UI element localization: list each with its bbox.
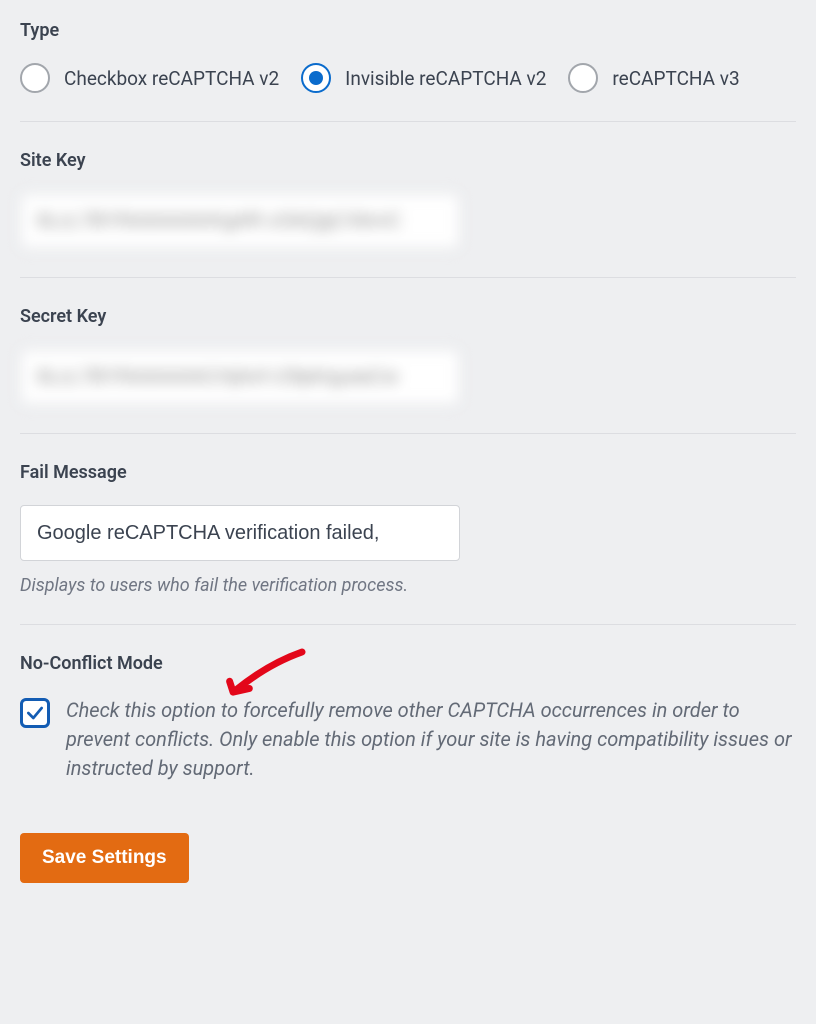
no-conflict-label: No-Conflict Mode [20,653,796,674]
fail-message-input[interactable] [20,505,460,561]
site-key-label: Site Key [20,150,796,171]
save-settings-button[interactable]: Save Settings [20,833,189,883]
fail-message-helper: Displays to users who fail the verificat… [20,575,796,596]
no-conflict-checkbox[interactable] [20,698,50,728]
no-conflict-description: Check this option to forcefully remove o… [66,696,796,783]
radio-invisible-v2[interactable]: Invisible reCAPTCHA v2 [301,63,546,93]
radio-label: reCAPTCHA v3 [612,67,739,90]
radio-label: Checkbox reCAPTCHA v2 [64,67,279,90]
secret-key-section: Secret Key [20,306,796,434]
type-label: Type [20,20,796,41]
radio-label: Invisible reCAPTCHA v2 [345,67,546,90]
radio-icon [301,63,331,93]
no-conflict-section: No-Conflict Mode Check this option to fo… [20,653,796,811]
radio-checkbox-v2[interactable]: Checkbox reCAPTCHA v2 [20,63,279,93]
site-key-section: Site Key [20,150,796,278]
type-radio-group: Checkbox reCAPTCHA v2 Invisible reCAPTCH… [20,63,796,93]
fail-message-label: Fail Message [20,462,796,483]
site-key-input[interactable] [20,193,460,249]
radio-dot-icon [309,71,323,85]
no-conflict-label-text: No-Conflict Mode [20,653,163,674]
secret-key-input[interactable] [20,349,460,405]
type-section: Type Checkbox reCAPTCHA v2 Invisible reC… [20,20,796,122]
radio-recaptcha-v3[interactable]: reCAPTCHA v3 [568,63,739,93]
no-conflict-row: Check this option to forcefully remove o… [20,696,796,783]
radio-icon [20,63,50,93]
radio-icon [568,63,598,93]
fail-message-section: Fail Message Displays to users who fail … [20,462,796,625]
check-icon [25,703,45,723]
secret-key-label: Secret Key [20,306,796,327]
